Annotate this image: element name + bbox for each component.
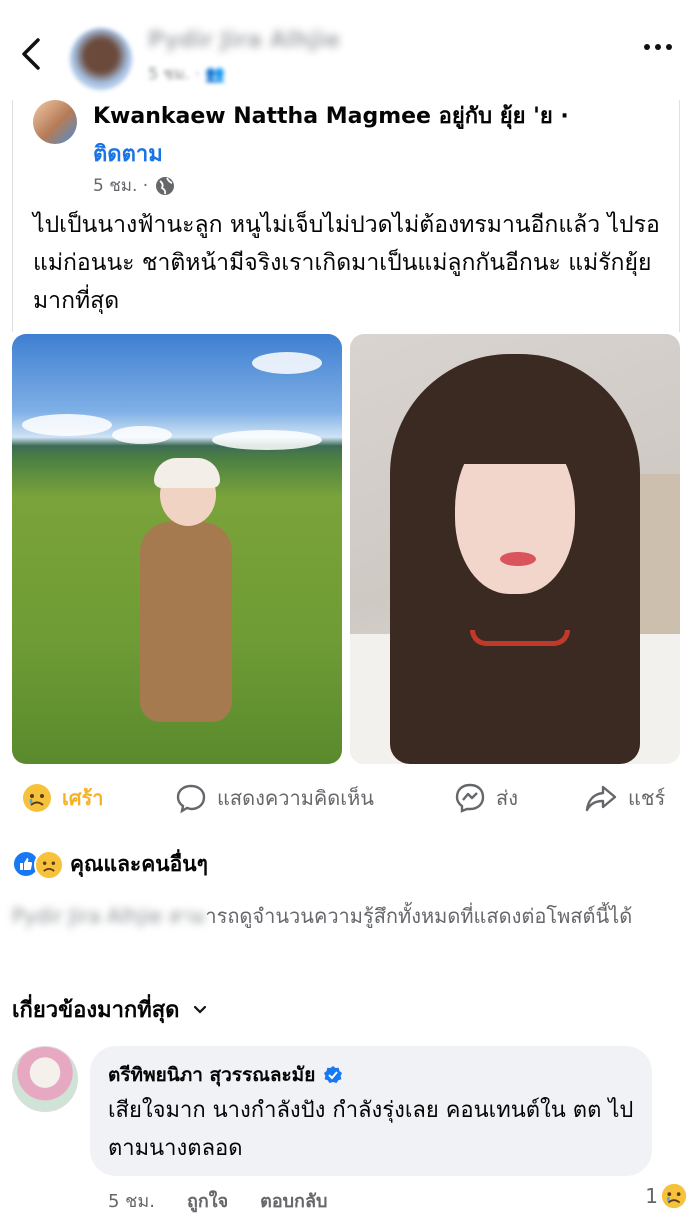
comment-bubble: ตรีทิพยนิภา สุวรรณละมัย เสียใจมาก นางกำล… xyxy=(90,1046,652,1176)
send-button[interactable]: ส่ง xyxy=(454,782,518,814)
shared-post-text: ไปเป็นนางฟ้านะลูก หนูไม่เจ็บไม่ปวดไม่ต้อ… xyxy=(33,212,660,314)
reaction-icons xyxy=(12,849,68,880)
privacy-note: Pydir Jira Alhjie สามารถดูจำนวนความรู้สึ… xyxy=(12,898,688,934)
comment-like-button[interactable]: ถูกใจ xyxy=(187,1186,228,1215)
dot-icon xyxy=(644,44,650,50)
commenter-avatar[interactable] xyxy=(12,1046,78,1112)
sad-reaction-icon xyxy=(661,1183,687,1209)
comment-label: แสดงความคิดเห็น xyxy=(217,786,374,810)
shared-author-avatar[interactable] xyxy=(33,100,77,144)
comment-button[interactable]: แสดงความคิดเห็น xyxy=(175,782,374,814)
comment-time: 5 ชม. xyxy=(108,1191,155,1212)
time-label: 5 ชม. · xyxy=(93,176,149,196)
shared-with-text[interactable]: อยู่กับ ยุ้ย 'ย · xyxy=(439,104,569,129)
comment-sort-label: เกี่ยวข้องมากที่สุด xyxy=(12,998,180,1023)
more-options-button[interactable] xyxy=(644,44,672,50)
share-arrow-icon xyxy=(585,785,617,812)
verified-badge-icon xyxy=(324,1066,343,1083)
comment-meta: 5 ชม. ถูกใจ ตอบกลับ xyxy=(108,1186,327,1215)
comment-reaction-count: 1 xyxy=(645,1184,658,1208)
reactions-summary[interactable]: คุณและคนอื่นๆ xyxy=(12,848,208,881)
privacy-text: ารถดูจำนวนความรู้สึกทั้งหมดที่แสดงต่อโพส… xyxy=(205,904,633,928)
shared-post-time: 5 ชม. · xyxy=(93,172,176,199)
poster-avatar[interactable] xyxy=(70,28,132,90)
dot-icon xyxy=(655,44,661,50)
share-label: แชร์ xyxy=(628,786,666,810)
shared-author-line: Kwankaew Nattha Magmee อยู่กับ ยุ้ย 'ย · xyxy=(93,98,569,133)
post-photo-portrait[interactable] xyxy=(350,334,680,764)
reaction-button[interactable]: เศร้า xyxy=(22,782,104,814)
reaction-label: เศร้า xyxy=(62,786,104,810)
chevron-left-icon xyxy=(22,38,40,70)
person-figure xyxy=(132,458,242,764)
messenger-icon xyxy=(455,783,485,813)
shared-post-card: Kwankaew Nattha Magmee อยู่กับ ยุ้ย 'ย ·… xyxy=(12,100,680,332)
dot-icon xyxy=(666,44,672,50)
send-label: ส่ง xyxy=(496,786,518,810)
blurred-name: Pydir Jira Alhjie สาม xyxy=(12,904,206,928)
reactions-summary-text: คุณและคนอื่นๆ xyxy=(70,852,208,876)
post-photo-field[interactable] xyxy=(12,334,342,764)
chevron-down-icon xyxy=(194,1005,207,1014)
comment-icon xyxy=(176,784,206,814)
comment-text: เสียใจมาก นางกำลังปัง กำลังรุ่งเลย คอนเท… xyxy=(108,1098,634,1161)
poster-meta: 5 ชม. · 👥 xyxy=(148,64,225,83)
back-button[interactable] xyxy=(16,34,48,74)
commenter-name-row: ตรีทิพยนิภา สุวรรณละมัย xyxy=(108,1060,343,1090)
comment-reply-button[interactable]: ตอบกลับ xyxy=(260,1186,327,1215)
sad-emoji-icon xyxy=(23,784,51,812)
globe-icon xyxy=(156,176,175,195)
follow-link[interactable]: ติดตาม xyxy=(93,136,163,171)
commenter-name[interactable]: ตรีทิพยนิภา สุวรรณละมัย xyxy=(108,1060,315,1090)
comment-reactions[interactable]: 1 xyxy=(645,1182,688,1210)
shared-author-name[interactable]: Kwankaew Nattha Magmee xyxy=(93,104,431,129)
sad-reaction-icon xyxy=(34,849,64,880)
share-button[interactable]: แชร์ xyxy=(584,782,665,814)
post-header: Pydir Jira Alhjie 5 ชม. · 👥 xyxy=(0,0,700,100)
poster-name[interactable]: Pydir Jira Alhjie xyxy=(148,28,340,53)
post-action-bar: เศร้า แสดงความคิดเห็น ส่ง แชร์ xyxy=(0,772,700,830)
comment-sort-dropdown[interactable]: เกี่ยวข้องมากที่สุด xyxy=(12,992,207,1027)
